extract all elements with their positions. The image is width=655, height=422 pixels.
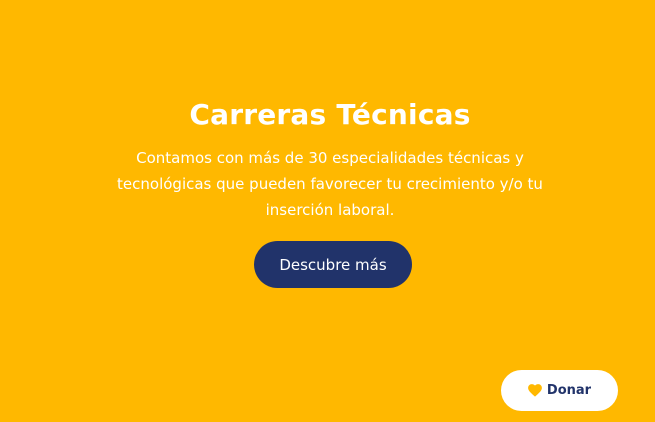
hero-section: Carreras Técnicas Contamos con más de 30… xyxy=(0,0,655,422)
heart-icon xyxy=(528,384,543,398)
donate-label: Donar xyxy=(546,383,592,398)
donate-button[interactable]: Donar xyxy=(501,370,618,411)
hero-title: Carreras Técnicas xyxy=(189,98,471,131)
discover-more-button[interactable]: Descubre más xyxy=(254,241,412,288)
hero-description: Contamos con más de 30 especialidades té… xyxy=(117,149,543,219)
